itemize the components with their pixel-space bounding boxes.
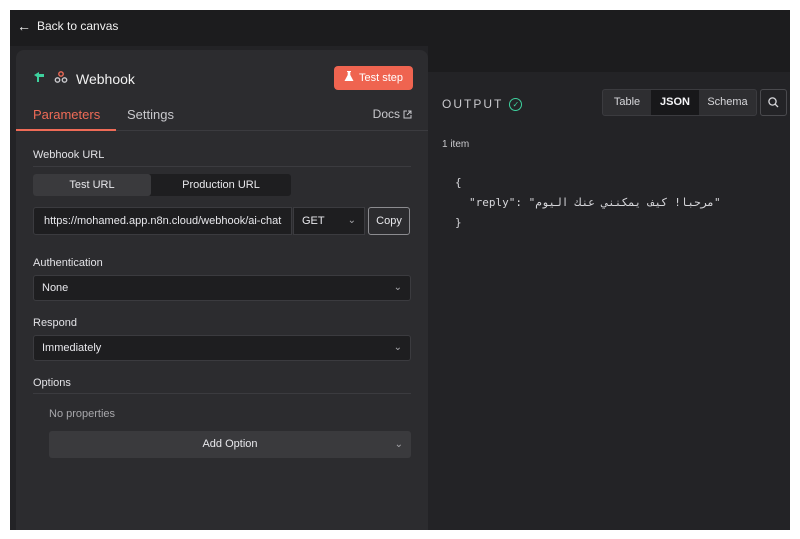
node-tabs: Parameters Settings Docs: [15, 104, 428, 131]
authentication-select[interactable]: None ⌄: [33, 275, 411, 301]
options-label: Options: [33, 377, 71, 389]
arrow-left-icon: ←: [17, 18, 31, 34]
webhook-url-label: Webhook URL: [33, 149, 105, 161]
chevron-down-icon: ⌄: [393, 342, 402, 353]
respond-label: Respond: [33, 317, 78, 329]
no-properties-text: No properties: [49, 408, 116, 420]
search-button[interactable]: [760, 89, 787, 116]
chevron-down-icon: ⌄: [394, 439, 403, 450]
output-header: OUTPUT ✓: [442, 97, 523, 111]
tab-settings[interactable]: Settings: [127, 107, 174, 122]
top-bar: ← Back to canvas: [10, 10, 790, 46]
json-open-brace: {: [455, 176, 462, 189]
copy-button[interactable]: Copy: [368, 207, 410, 235]
test-step-button[interactable]: Test step: [334, 66, 413, 90]
divider: [33, 393, 411, 394]
app-window: ← Back to canvas Webhook Test step Param…: [10, 10, 790, 530]
tab-parameters[interactable]: Parameters: [15, 107, 117, 131]
webhook-url-field[interactable]: https://mohamed.app.n8n.cloud/webhook/ai…: [33, 207, 292, 235]
flask-icon: [344, 71, 354, 85]
output-title: OUTPUT: [442, 97, 504, 111]
lightning-pin-icon: [32, 70, 46, 87]
http-method-select[interactable]: GET ⌄: [293, 207, 365, 235]
json-close-brace: }: [455, 216, 462, 229]
url-type-toggle: Test URL Production URL: [33, 174, 291, 196]
respond-value: Immediately: [42, 342, 102, 354]
json-reply-line: "reply": "مرحبا! كيف يمكنني عنك اليوم": [469, 196, 721, 209]
respond-select[interactable]: Immediately ⌄: [33, 335, 411, 361]
http-method-value: GET: [302, 215, 325, 227]
view-tab-table[interactable]: Table: [603, 90, 651, 115]
chevron-down-icon: ⌄: [393, 282, 402, 293]
add-option-label: Add Option: [202, 438, 258, 450]
test-step-label: Test step: [358, 72, 404, 84]
chevron-down-icon: ⌄: [347, 215, 356, 226]
item-count: 1 item: [442, 139, 470, 150]
production-url-tab[interactable]: Production URL: [151, 174, 291, 196]
output-header-strip: [428, 46, 790, 72]
webhook-icon: [54, 70, 68, 87]
test-url-tab[interactable]: Test URL: [33, 174, 151, 196]
json-output: { "reply": "مرحبا! كيف يمكنني عنك اليوم"…: [455, 173, 721, 233]
docs-link[interactable]: Docs: [373, 107, 412, 121]
back-to-canvas-link[interactable]: ← Back to canvas: [17, 19, 118, 33]
divider: [33, 166, 411, 167]
external-link-icon: [403, 110, 412, 118]
authentication-label: Authentication: [33, 257, 103, 269]
node-parameters-panel: Webhook Test step Parameters Settings Do…: [15, 50, 428, 530]
output-view-tabs: Table JSON Schema: [602, 89, 757, 116]
view-tab-schema[interactable]: Schema: [699, 90, 756, 115]
authentication-value: None: [42, 282, 69, 294]
check-circle-icon: ✓: [509, 97, 523, 111]
docs-label: Docs: [372, 107, 400, 121]
back-label: Back to canvas: [37, 19, 119, 33]
node-title: Webhook: [76, 70, 135, 87]
node-header: Webhook: [32, 70, 135, 87]
search-icon: [768, 97, 779, 108]
add-option-button[interactable]: Add Option ⌄: [49, 431, 411, 458]
view-tab-json[interactable]: JSON: [651, 90, 699, 115]
